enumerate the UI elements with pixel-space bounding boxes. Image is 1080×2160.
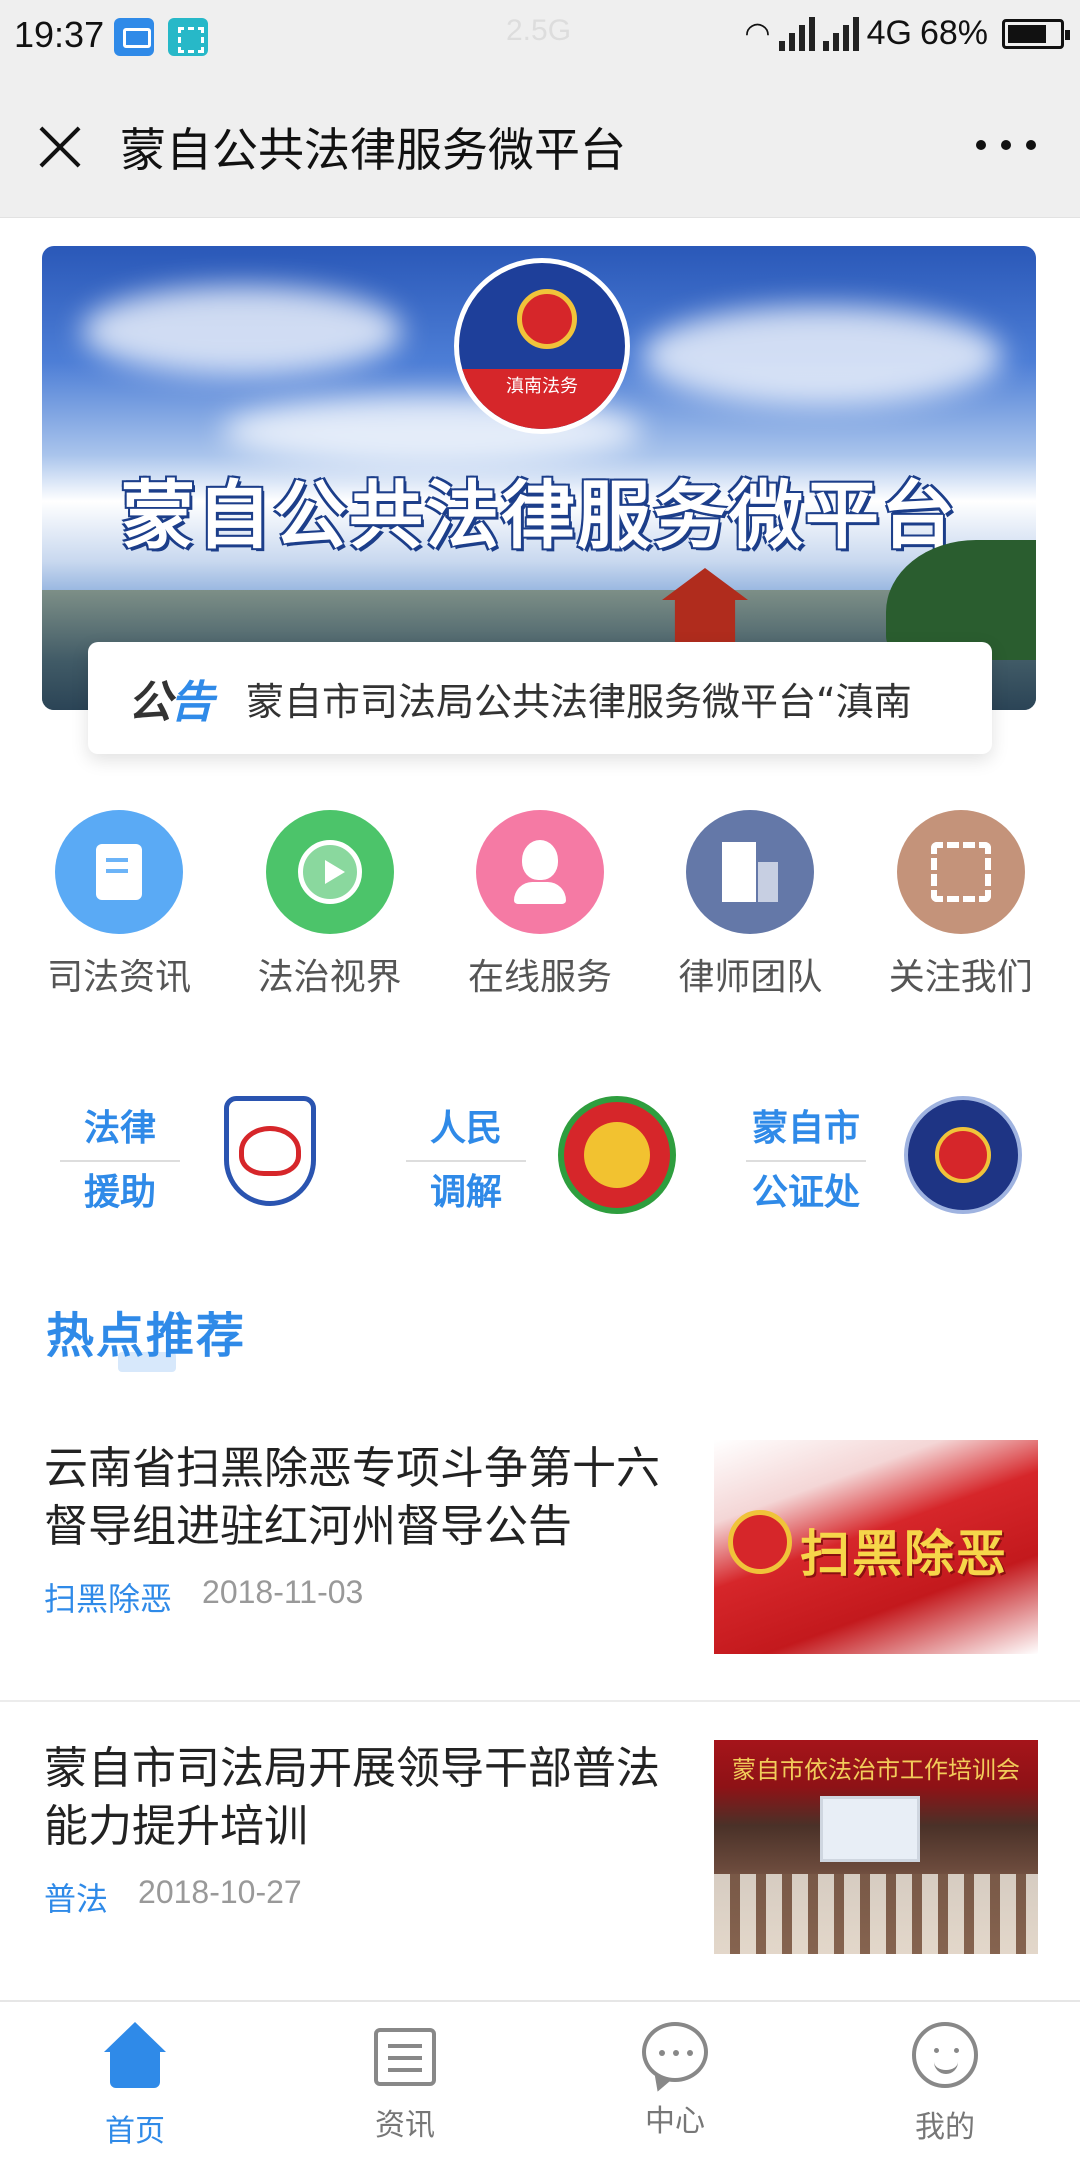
home-icon	[100, 2022, 170, 2092]
menu-item-follow-us[interactable]: 关注我们	[861, 810, 1061, 1000]
tab-label: 我的	[915, 2110, 975, 2145]
tab-mine[interactable]: 我的	[810, 2002, 1080, 2160]
service-label: 蒙自市 公证处	[746, 1098, 866, 1224]
notice-bar[interactable]: 公告 蒙自市司法局公共法律服务微平台“滇南	[88, 642, 992, 754]
menu-item-judicial-news[interactable]: 司法资讯	[19, 810, 219, 1000]
news-icon	[374, 2028, 436, 2086]
news-meta: 普法 2018-10-27	[44, 1874, 302, 1920]
tab-bar: 首页 资讯 中心 我的	[0, 2000, 1080, 2160]
service-label: 人民 调解	[406, 1098, 526, 1224]
play-icon	[265, 810, 394, 934]
news-title: 云南省扫黑除恶专项斗争第十六督导组进驻红河州督导公告	[44, 1443, 660, 1552]
battery-percent: 68%	[919, 14, 988, 52]
banner-headline: 蒙自公共法律服务微平台	[121, 473, 957, 559]
menu-label: 律师团队	[678, 957, 823, 998]
menu-label: 法治视界	[257, 957, 402, 998]
legal-aid-logo	[224, 1096, 316, 1206]
notary-logo	[904, 1096, 1022, 1214]
menu-label: 关注我们	[888, 957, 1033, 998]
message-icon	[114, 18, 154, 56]
pagoda-graphic	[662, 568, 748, 648]
projector-screen	[820, 1796, 920, 1862]
signal-icon	[778, 16, 815, 51]
smile-icon	[912, 2022, 978, 2088]
tab-home[interactable]: 首页	[0, 2002, 270, 2160]
tab-label: 中心	[645, 2104, 705, 2139]
service-links: 法律 援助 人民 调解 蒙自市 公证处	[0, 1090, 1080, 1230]
audience-seats	[714, 1874, 1038, 1954]
news-thumbnail: 扫黑除恶	[714, 1440, 1038, 1654]
page-title: 蒙自公共法律服务微平台	[120, 123, 626, 177]
section-title: 热点推荐	[46, 1308, 247, 1364]
thumbnail-text: 扫黑除恶	[800, 1525, 1008, 1583]
close-icon[interactable]	[36, 122, 84, 170]
notice-text: 蒙自市司法局公共法律服务微平台“滇南	[246, 679, 912, 724]
scan-icon	[168, 18, 208, 56]
building-icon	[686, 810, 815, 934]
banner-image[interactable]: 滇南法务 蒙自公共法律服务微平台	[42, 246, 1036, 710]
menu-item-law-vision[interactable]: 法治视界	[230, 810, 430, 1000]
tab-news[interactable]: 资讯	[270, 2002, 540, 2160]
emblem-icon	[728, 1510, 792, 1574]
news-thumbnail: 蒙自市依法治市工作培训会	[714, 1740, 1038, 1954]
news-tag: 普法	[44, 1880, 109, 1918]
menu-item-online-service[interactable]: 在线服务	[440, 810, 640, 1000]
list-item[interactable]: 蒙自市司法局开展领导干部普法能力提升培训 普法 2018-10-27 蒙自市依法…	[0, 1740, 1080, 2040]
quick-menu: 司法资讯 法治视界 在线服务 律师团队 关注我们	[0, 810, 1080, 1000]
news-meta: 扫黑除恶 2018-11-03	[44, 1574, 363, 1620]
thumbnail-text: 蒙自市依法治市工作培训会	[732, 1756, 1020, 1784]
title-bar: 蒙自公共法律服务微平台	[0, 72, 1080, 218]
status-right: ◠ 4G 68%	[744, 14, 1070, 53]
signal-icon	[822, 16, 859, 51]
justice-emblem: 滇南法务	[454, 258, 630, 434]
notice-badge: 公告	[128, 677, 214, 728]
chat-icon	[642, 2022, 708, 2082]
tab-label: 首页	[105, 2114, 165, 2149]
news-date: 2018-10-27	[138, 1874, 302, 1910]
news-date: 2018-11-03	[202, 1574, 364, 1610]
customer-service-icon	[475, 810, 604, 934]
news-tag: 扫黑除恶	[44, 1580, 173, 1618]
tab-label: 资讯	[375, 2108, 435, 2143]
menu-label: 司法资讯	[47, 957, 192, 998]
divider	[0, 1700, 1080, 1702]
service-label: 法律 援助	[60, 1098, 180, 1224]
news-title: 蒙自市司法局开展领导干部普法能力提升培训	[44, 1743, 660, 1852]
battery-icon	[1002, 18, 1070, 49]
network-type: 4G	[866, 14, 912, 52]
menu-label: 在线服务	[467, 957, 612, 998]
menu-item-lawyer-team[interactable]: 律师团队	[650, 810, 850, 1000]
emblem-text: 滇南法务	[459, 369, 625, 429]
document-icon	[55, 810, 184, 934]
mediation-logo	[558, 1096, 676, 1214]
tab-center[interactable]: 中心	[540, 2002, 810, 2160]
status-bar: 19:37 2.5G ◠ 4G 68%	[0, 0, 1080, 72]
network-ghost-label: 2.5G	[506, 14, 572, 47]
qr-scan-icon	[896, 810, 1025, 934]
wifi-icon: ◠	[744, 17, 771, 50]
more-icon[interactable]	[976, 140, 1036, 152]
list-item[interactable]: 云南省扫黑除恶专项斗争第十六督导组进驻红河州督导公告 扫黑除恶 2018-11-…	[0, 1440, 1080, 1740]
status-time: 19:37	[14, 14, 105, 55]
